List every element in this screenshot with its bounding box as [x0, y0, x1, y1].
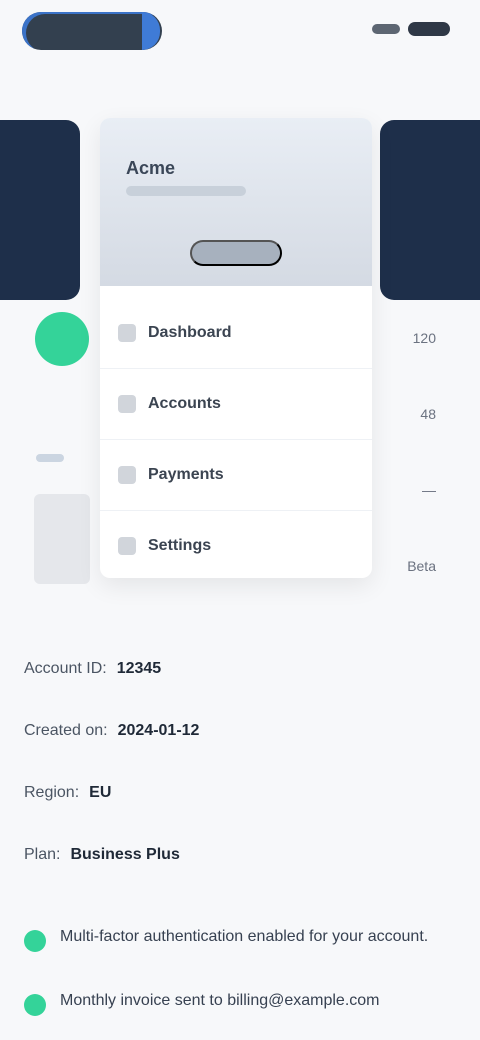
info-value: 12345	[116, 660, 162, 677]
dashboard-icon	[118, 324, 136, 342]
info-row: Account ID: 12345	[24, 660, 454, 722]
menu-list: Dashboard Accounts Payments Settings	[100, 286, 372, 578]
info-value: Business Plus	[70, 846, 180, 863]
info-value: 2024-01-12	[117, 722, 200, 739]
dropdown-card: Acme Dashboard Accounts Payments Setting…	[100, 118, 372, 578]
left-panel	[0, 120, 80, 300]
info-label: Account ID:	[24, 660, 107, 677]
menu-item-payments[interactable]: Payments	[118, 440, 354, 510]
info-row: Region: EU	[24, 784, 454, 846]
check-icon	[24, 994, 46, 1016]
menu-item-accounts[interactable]: Accounts	[118, 369, 354, 439]
value-4: Beta	[407, 558, 436, 574]
open-button[interactable]	[190, 240, 282, 266]
info-label: Region:	[24, 784, 80, 801]
value-3: —	[422, 482, 436, 498]
menu-item-label: Dashboard	[148, 324, 232, 341]
account-switcher[interactable]	[22, 12, 162, 50]
feature-item: Monthly invoice sent to billing@example.…	[24, 990, 444, 1016]
menu-item-label: Accounts	[148, 395, 221, 412]
feature-item: Multi-factor authentication enabled for …	[24, 926, 444, 952]
right-panel	[380, 120, 480, 300]
feature-text: Monthly invoice sent to billing@example.…	[60, 992, 380, 1009]
menu-item-settings[interactable]: Settings	[118, 511, 354, 578]
side-indicator	[36, 454, 64, 462]
check-icon	[24, 930, 46, 952]
menu-item-label: Settings	[148, 537, 212, 554]
card-header: Acme	[100, 118, 372, 286]
info-label: Plan:	[24, 846, 61, 863]
info-label: Created on:	[24, 722, 108, 739]
value-1: 120	[412, 330, 436, 346]
brand-title: Acme	[126, 158, 176, 178]
side-preview	[34, 494, 90, 584]
battery-icon	[408, 22, 450, 36]
brand-subtitle	[126, 186, 246, 196]
settings-icon	[118, 537, 136, 555]
value-2: 48	[420, 406, 436, 422]
info-list: Account ID: 12345 Created on: 2024-01-12…	[24, 660, 454, 908]
info-row: Plan: Business Plus	[24, 846, 454, 908]
info-value: EU	[89, 784, 112, 801]
signal-icon	[372, 24, 400, 34]
right-values: 120 48 — Beta	[407, 330, 436, 574]
menu-item-dashboard[interactable]: Dashboard	[118, 298, 354, 368]
payments-icon	[118, 466, 136, 484]
status-dot	[35, 312, 89, 366]
menu-item-label: Payments	[148, 466, 224, 483]
account-avatar	[142, 12, 160, 50]
accounts-icon	[118, 395, 136, 413]
header-actions	[372, 22, 450, 36]
feature-text: Multi-factor authentication enabled for …	[60, 928, 429, 945]
info-row: Created on: 2024-01-12	[24, 722, 454, 784]
